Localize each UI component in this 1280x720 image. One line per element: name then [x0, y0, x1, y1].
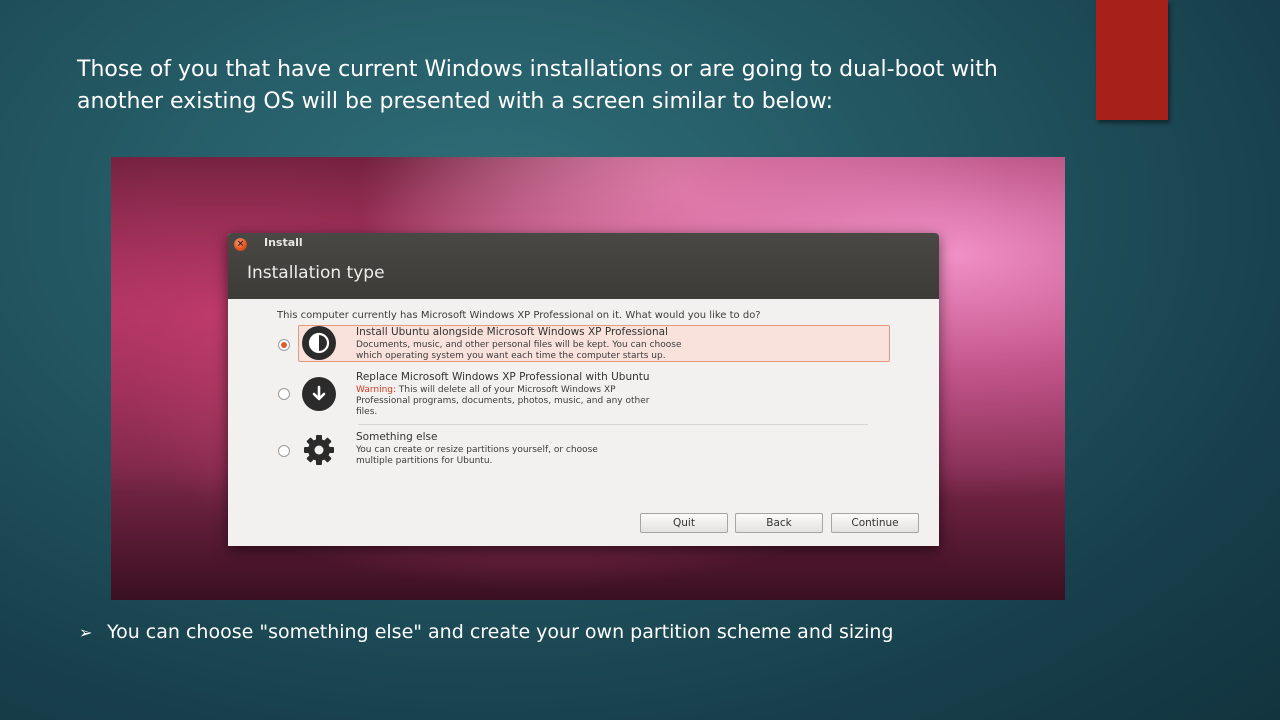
option-description: Documents, music, and other personal fil…: [356, 340, 682, 361]
back-button[interactable]: Back: [735, 513, 823, 533]
slide-heading: Those of you that have current Windows i…: [77, 57, 998, 114]
option-title: Install Ubuntu alongside Microsoft Windo…: [356, 326, 668, 338]
option-title: Something else: [356, 431, 438, 443]
option-description: You can create or resize partitions your…: [356, 445, 598, 466]
option-replace-windows[interactable]: Replace Microsoft Windows XP Professiona…: [275, 370, 890, 420]
quit-button[interactable]: Quit: [640, 513, 728, 533]
option-divider: [358, 424, 868, 425]
bullet-point: ➢ You can choose "something else" and cre…: [79, 619, 1179, 646]
warning-label: Warning:: [356, 385, 397, 395]
half-circle-icon: [302, 326, 336, 360]
option-install-alongside[interactable]: Install Ubuntu alongside Microsoft Windo…: [275, 325, 890, 362]
continue-button[interactable]: Continue: [831, 513, 919, 533]
option-description: Warning: This will delete all of your Mi…: [356, 385, 650, 417]
radio-replace-windows[interactable]: [278, 388, 290, 400]
window-header: × Install Installation type: [228, 233, 939, 299]
down-arrow-icon: [302, 377, 336, 411]
arrow-bullet-icon: ➢: [79, 623, 93, 642]
window-title: Install: [264, 236, 303, 249]
option-something-else[interactable]: Something else You can create or resize …: [275, 430, 890, 472]
accent-tab: [1096, 0, 1168, 120]
installation-type-heading: Installation type: [247, 263, 385, 283]
install-window: × Install Installation type This compute…: [228, 233, 939, 546]
radio-install-alongside[interactable]: [278, 339, 290, 351]
bullet-text: You can choose "something else" and crea…: [107, 621, 894, 643]
gear-icon: [302, 433, 336, 467]
radio-something-else[interactable]: [278, 445, 290, 457]
install-question: This computer currently has Microsoft Wi…: [277, 310, 761, 321]
option-title: Replace Microsoft Windows XP Professiona…: [356, 371, 650, 383]
close-icon[interactable]: ×: [234, 238, 247, 251]
installer-screenshot: × Install Installation type This compute…: [111, 157, 1065, 600]
